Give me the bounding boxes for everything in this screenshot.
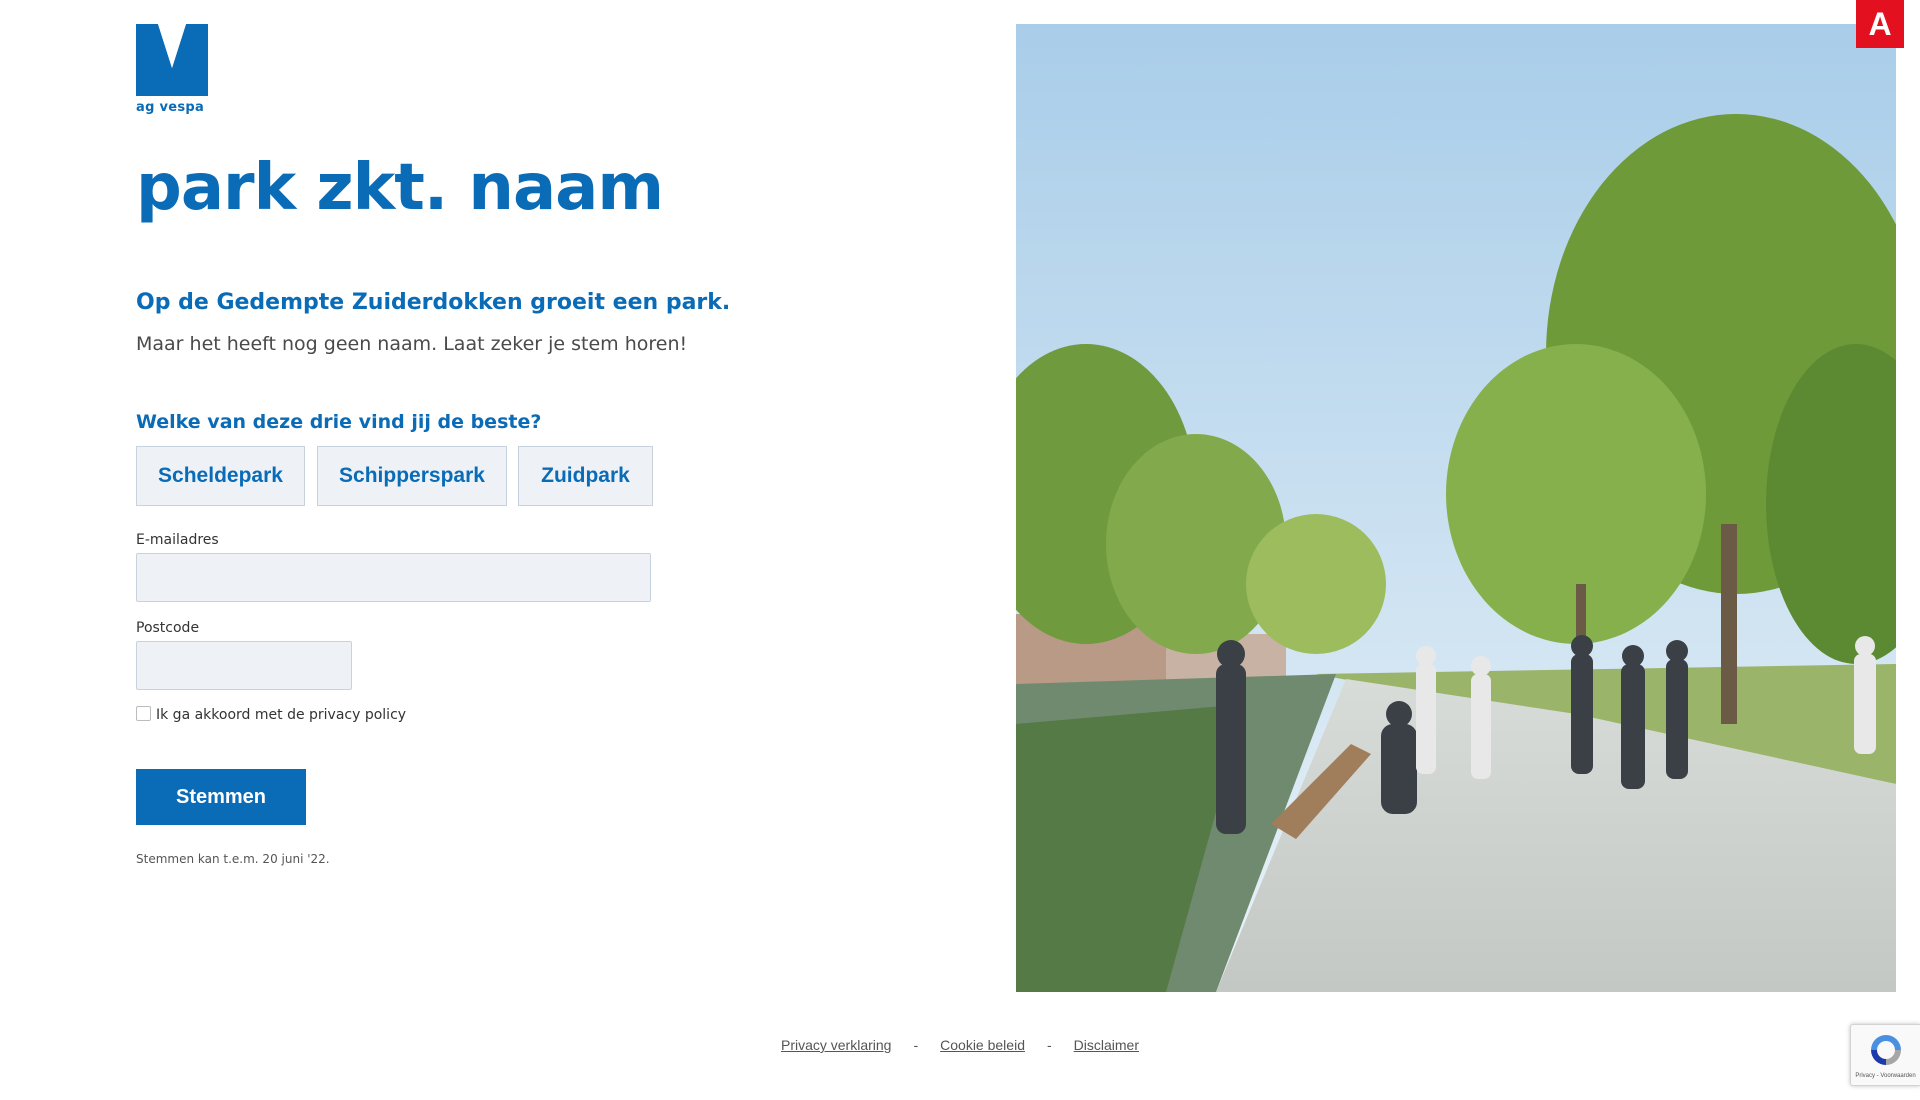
email-field[interactable] <box>136 553 651 602</box>
submit-vote-button[interactable]: Stemmen <box>136 769 306 825</box>
antwerpen-a-logo[interactable]: A <box>1856 0 1904 48</box>
ag-vespa-logo[interactable]: ag vespa <box>136 24 208 115</box>
footer-separator: - <box>913 1037 919 1053</box>
logo-text: ag vespa <box>136 100 205 115</box>
footer-separator: - <box>1046 1037 1052 1053</box>
intro-text: Maar het heeft nog geen naam. Laat zeker… <box>136 333 688 355</box>
recaptcha-text: Privacy - Voorwaarden <box>1855 1073 1916 1079</box>
privacy-checkbox[interactable] <box>136 706 151 721</box>
footer-link-privacy[interactable]: Privacy verklaring <box>781 1037 891 1053</box>
page-title: park zkt. naam <box>136 151 664 225</box>
vote-question: Welke van deze drie vind jij de beste? <box>136 411 542 433</box>
footer-link-cookies[interactable]: Cookie beleid <box>940 1037 1025 1053</box>
recaptcha-badge[interactable]: Privacy - Voorwaarden <box>1850 1024 1920 1086</box>
choice-schipperspark-button[interactable]: Schipperspark <box>317 446 507 506</box>
choice-zuidpark-button[interactable]: Zuidpark <box>518 446 653 506</box>
page-subtitle: Op de Gedempte Zuiderdokken groeit een p… <box>136 290 731 315</box>
footer: Privacy verklaring - Cookie beleid - Dis… <box>0 1037 1920 1053</box>
recaptcha-icon <box>1871 1035 1901 1065</box>
ag-vespa-logo-mark <box>136 24 208 96</box>
postcode-field[interactable] <box>136 641 352 690</box>
choice-scheldepark-button[interactable]: Scheldepark <box>136 446 305 506</box>
park-illustration <box>1016 24 1896 992</box>
email-label: E-mailadres <box>136 532 219 548</box>
privacy-checkbox-label[interactable]: Ik ga akkoord met de privacy policy <box>156 707 406 723</box>
footer-link-disclaimer[interactable]: Disclaimer <box>1074 1037 1139 1053</box>
postcode-label: Postcode <box>136 620 200 636</box>
deadline-note: Stemmen kan t.e.m. 20 juni '22. <box>136 852 330 866</box>
